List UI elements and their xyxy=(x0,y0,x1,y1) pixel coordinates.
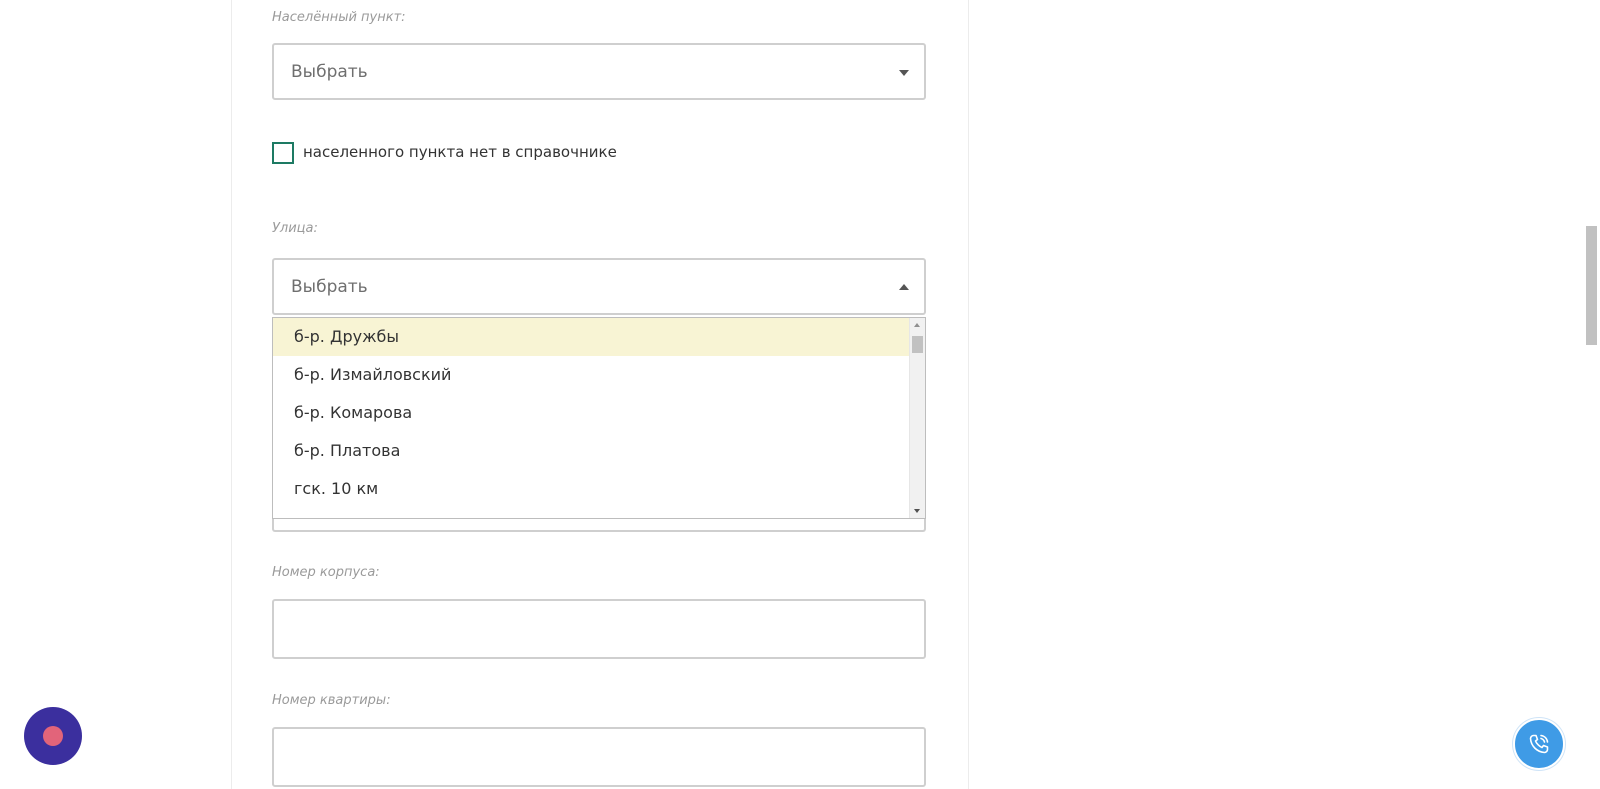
dropdown-scroll-thumb[interactable] xyxy=(912,336,923,353)
page-scrollbar[interactable] xyxy=(1583,0,1600,789)
street-select[interactable]: Выбрать xyxy=(272,258,926,315)
street-option[interactable]: б-р. Дружбы xyxy=(273,318,910,356)
record-dot-icon xyxy=(43,726,63,746)
scroll-up-icon[interactable] xyxy=(914,323,920,327)
building-input[interactable] xyxy=(272,599,926,659)
building-label: Номер корпуса: xyxy=(272,565,380,580)
locality-missing-checkbox[interactable] xyxy=(272,142,294,164)
phone-call-icon xyxy=(1529,734,1549,754)
locality-missing-label[interactable]: населенного пункта нет в справочнике xyxy=(303,143,617,161)
record-button[interactable] xyxy=(24,707,82,765)
house-number-input[interactable] xyxy=(272,517,926,532)
street-label: Улица: xyxy=(272,221,318,236)
apartment-label: Номер квартиры: xyxy=(272,693,391,708)
dropdown-scrollbar[interactable] xyxy=(909,318,925,518)
chevron-down-icon xyxy=(899,69,909,76)
locality-label: Населённый пункт: xyxy=(272,10,406,25)
page-scroll-thumb[interactable] xyxy=(1586,226,1597,345)
locality-select-placeholder: Выбрать xyxy=(291,61,368,82)
street-option[interactable]: б-р. Измайловский xyxy=(273,356,910,394)
street-dropdown: б-р. Дружбы б-р. Измайловский б-р. Комар… xyxy=(272,317,926,519)
street-select-placeholder: Выбрать xyxy=(291,276,368,297)
call-button[interactable] xyxy=(1513,718,1565,770)
apartment-input[interactable] xyxy=(272,727,926,787)
street-option[interactable]: б-р. Платова xyxy=(273,432,910,470)
scroll-down-icon[interactable] xyxy=(914,509,920,513)
street-option[interactable]: гск. 10 км xyxy=(273,470,910,508)
chevron-up-icon xyxy=(899,283,909,290)
locality-select[interactable]: Выбрать xyxy=(272,43,926,100)
street-option[interactable]: б-р. Комарова xyxy=(273,394,910,432)
